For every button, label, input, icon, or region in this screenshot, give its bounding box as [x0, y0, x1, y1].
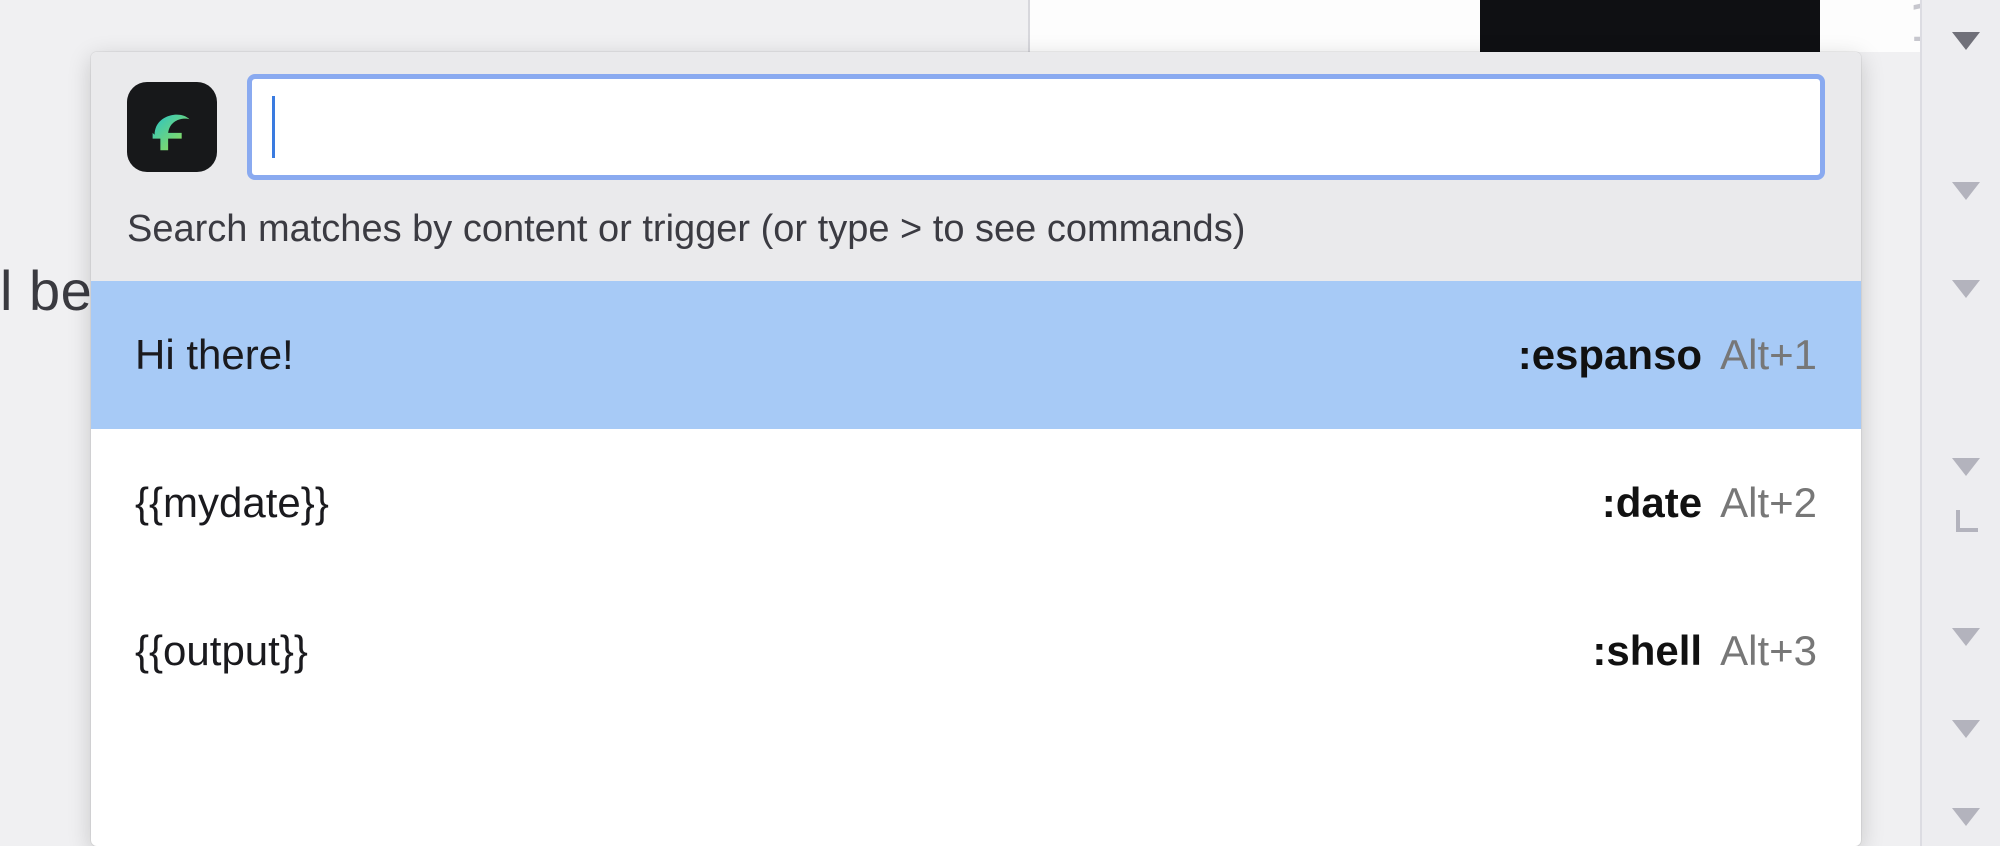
chevron-down-icon	[1952, 628, 1980, 646]
result-trigger: :date	[1602, 479, 1702, 527]
result-content: {{mydate}}	[135, 479, 329, 527]
result-content: {{output}}	[135, 627, 308, 675]
espanso-app-icon	[127, 82, 217, 172]
popup-header: Search matches by content or trigger (or…	[91, 52, 1861, 281]
search-input-container[interactable]	[247, 74, 1825, 180]
espanso-logo-icon	[141, 96, 203, 158]
search-input[interactable]	[279, 105, 1800, 150]
chevron-down-icon	[1952, 280, 1980, 298]
chevron-down-icon	[1952, 720, 1980, 738]
gutter-marker-icon	[1956, 510, 1978, 532]
result-content: Hi there!	[135, 331, 294, 379]
result-shortcut: Alt+3	[1720, 627, 1817, 675]
background-editor-gutter	[1920, 0, 2000, 846]
result-shortcut: Alt+1	[1720, 331, 1817, 379]
result-item[interactable]: {{mydate}} :date Alt+2	[91, 429, 1861, 577]
result-trigger: :shell	[1592, 627, 1702, 675]
chevron-down-icon	[1952, 182, 1980, 200]
result-trigger: :espanso	[1518, 331, 1702, 379]
background-editor-dark-panel	[1480, 0, 1820, 52]
result-item[interactable]: Hi there! :espanso Alt+1	[91, 281, 1861, 429]
search-hint-text: Search matches by content or trigger (or…	[127, 208, 1825, 251]
chevron-down-icon	[1952, 808, 1980, 826]
search-popup: Search matches by content or trigger (or…	[91, 52, 1861, 846]
results-list: Hi there! :espanso Alt+1 {{mydate}} :dat…	[91, 281, 1861, 846]
result-item[interactable]: {{output}} :shell Alt+3	[91, 577, 1861, 725]
text-cursor	[272, 96, 275, 158]
gutter-collapse-icon	[1952, 32, 1980, 50]
result-shortcut: Alt+2	[1720, 479, 1817, 527]
chevron-down-icon	[1952, 458, 1980, 476]
background-editor-text-fragment: l be	[0, 258, 92, 323]
